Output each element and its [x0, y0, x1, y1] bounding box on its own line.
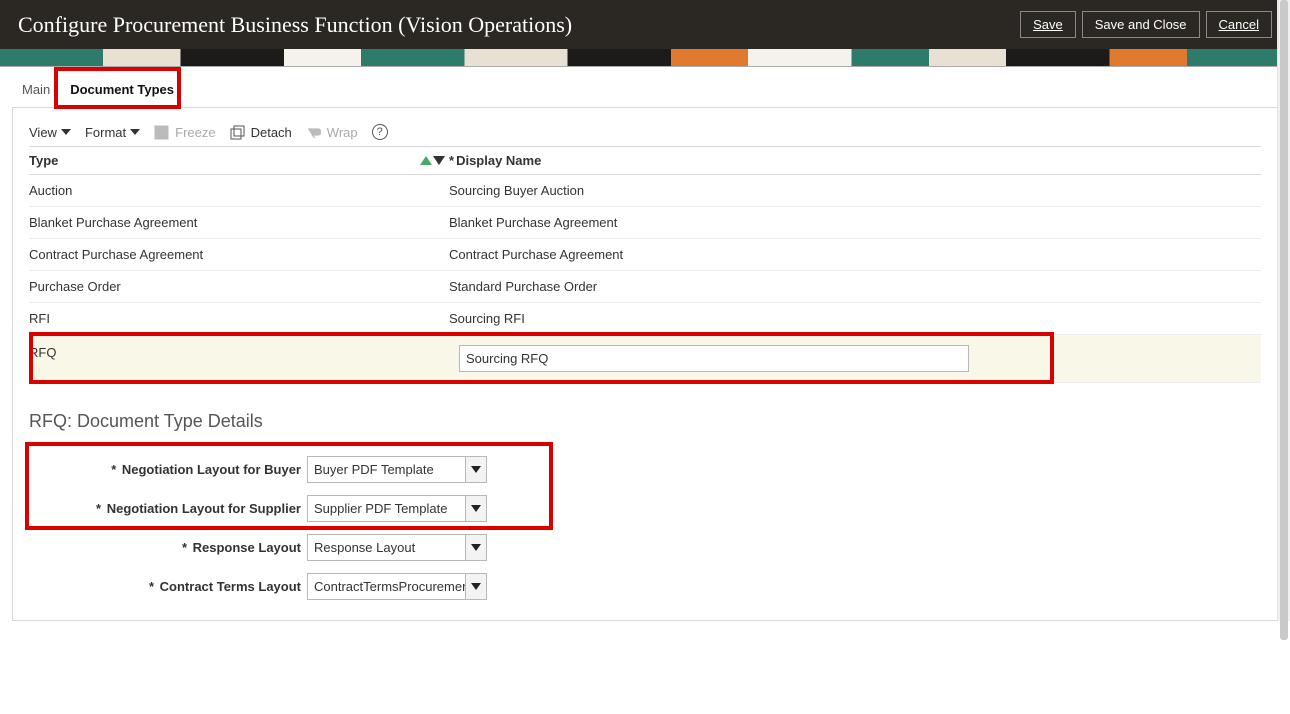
cell-display-name: Contract Purchase Agreement [449, 247, 1261, 262]
table-row[interactable]: Purchase Order Standard Purchase Order [29, 271, 1261, 303]
cell-type: RFI [29, 311, 449, 326]
chevron-down-icon [471, 583, 481, 590]
cell-type: Purchase Order [29, 279, 449, 294]
scrollbar-thumb[interactable] [1280, 0, 1288, 640]
cell-display-name: Blanket Purchase Agreement [449, 215, 1261, 230]
save-button[interactable]: Save [1020, 11, 1076, 38]
select-supplier-layout[interactable]: Supplier PDF Template [307, 495, 487, 522]
header-buttons: Save Save and Close Cancel [1020, 11, 1272, 38]
select-caret[interactable] [465, 495, 487, 522]
view-menu[interactable]: View [29, 125, 71, 140]
tabs-container: Main Document Types [0, 67, 1290, 107]
table-row[interactable]: Auction Sourcing Buyer Auction [29, 175, 1261, 207]
chevron-down-icon [471, 466, 481, 473]
display-name-input[interactable] [459, 345, 969, 372]
select-response-layout[interactable]: Response Layout [307, 534, 487, 561]
label-buyer-layout: * Negotiation Layout for Buyer [35, 462, 307, 477]
detach-button[interactable]: Detach [230, 125, 292, 140]
freeze-icon [154, 125, 169, 140]
form-row-buyer-layout: * Negotiation Layout for Buyer Buyer PDF… [35, 456, 1255, 483]
select-value: Supplier PDF Template [307, 495, 465, 522]
select-value: Response Layout [307, 534, 465, 561]
document-types-table: Type *Display Name Auction Sourcing Buye… [29, 146, 1261, 383]
cell-display-name: Sourcing RFI [449, 311, 1261, 326]
cell-display-name-editable [449, 345, 1261, 372]
label-response-layout: * Response Layout [35, 540, 307, 555]
form-row-contract-terms: * Contract Terms Layout ContractTermsPro… [35, 573, 1255, 600]
details-form: * Negotiation Layout for Buyer Buyer PDF… [29, 450, 1261, 606]
cell-type: Blanket Purchase Agreement [29, 215, 449, 230]
cell-display-name: Sourcing Buyer Auction [449, 183, 1261, 198]
table-header-row: Type *Display Name [29, 146, 1261, 175]
page-title: Configure Procurement Business Function … [18, 12, 572, 38]
wrap-icon [306, 125, 321, 140]
sort-asc-icon[interactable] [420, 156, 432, 165]
select-caret[interactable] [465, 573, 487, 600]
select-value: Buyer PDF Template [307, 456, 465, 483]
chevron-down-icon [61, 129, 71, 135]
page-header: Configure Procurement Business Function … [0, 0, 1290, 49]
tab-document-types[interactable]: Document Types [60, 72, 184, 107]
select-caret[interactable] [465, 534, 487, 561]
table-row[interactable]: RFI Sourcing RFI [29, 303, 1261, 335]
form-row-supplier-layout: * Negotiation Layout for Supplier Suppli… [35, 495, 1255, 522]
cell-type: Contract Purchase Agreement [29, 247, 449, 262]
help-icon[interactable]: ? [372, 124, 388, 140]
label-supplier-layout: * Negotiation Layout for Supplier [35, 501, 307, 516]
chevron-down-icon [471, 505, 481, 512]
document-types-panel: View Format Freeze Detach Wrap ? Type [12, 107, 1278, 621]
select-contract-terms[interactable]: ContractTermsProcurement [307, 573, 487, 600]
select-buyer-layout[interactable]: Buyer PDF Template [307, 456, 487, 483]
tab-main[interactable]: Main [12, 72, 60, 107]
table-toolbar: View Format Freeze Detach Wrap ? [29, 124, 1261, 140]
decorative-banner [0, 49, 1290, 67]
cancel-button[interactable]: Cancel [1206, 11, 1272, 38]
cell-type: Auction [29, 183, 449, 198]
vertical-scrollbar[interactable] [1277, 0, 1290, 621]
table-row-selected[interactable]: RFQ [29, 335, 1261, 383]
sort-desc-icon[interactable] [433, 156, 445, 165]
label-contract-terms: * Contract Terms Layout [35, 579, 307, 594]
details-heading: RFQ: Document Type Details [29, 411, 1261, 432]
chevron-down-icon [130, 129, 140, 135]
cell-display-name: Standard Purchase Order [449, 279, 1261, 294]
form-row-response-layout: * Response Layout Response Layout [35, 534, 1255, 561]
chevron-down-icon [471, 544, 481, 551]
table-row[interactable]: Blanket Purchase Agreement Blanket Purch… [29, 207, 1261, 239]
freeze-button[interactable]: Freeze [154, 125, 215, 140]
select-value: ContractTermsProcurement [307, 573, 465, 600]
select-caret[interactable] [465, 456, 487, 483]
table-row[interactable]: Contract Purchase Agreement Contract Pur… [29, 239, 1261, 271]
wrap-button[interactable]: Wrap [306, 125, 358, 140]
column-header-display-name[interactable]: *Display Name [449, 153, 1261, 168]
cell-type: RFQ [29, 345, 449, 372]
column-header-type[interactable]: Type [29, 153, 449, 168]
format-menu[interactable]: Format [85, 125, 140, 140]
detach-icon [230, 125, 245, 140]
save-and-close-button[interactable]: Save and Close [1082, 11, 1200, 38]
